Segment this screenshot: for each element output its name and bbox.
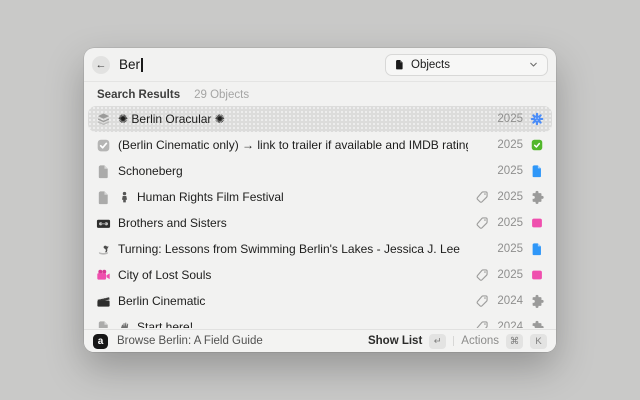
row-title: Brothers and Sisters xyxy=(118,216,227,230)
row-year: 2025 xyxy=(496,217,523,229)
results-label: Search Results xyxy=(97,89,180,101)
tag-icon xyxy=(475,320,489,328)
app-logo-letter: a xyxy=(98,336,104,347)
row-title: Turning: Lessons from Swimming Berlin's … xyxy=(118,242,460,256)
app-logo: a xyxy=(93,334,108,349)
result-row[interactable]: (Berlin Cinematic only) → link to traile… xyxy=(88,132,552,158)
arrow-left-icon: ← xyxy=(96,59,107,71)
blue-page-badge xyxy=(530,164,544,178)
pink-square-badge xyxy=(530,268,544,282)
row-year: 2025 xyxy=(496,243,523,255)
page-icon xyxy=(96,164,111,179)
search-query-text: Ber xyxy=(119,57,140,72)
row-title: Start here! xyxy=(137,320,193,328)
puzzle-badge xyxy=(530,294,544,308)
chevron-down-icon xyxy=(528,59,539,70)
k-key-badge: K xyxy=(530,334,547,349)
results-header: Search Results 29 Objects xyxy=(84,82,556,104)
cmd-key-badge: ⌘ xyxy=(506,334,523,349)
page-icon xyxy=(394,59,405,70)
back-button[interactable]: ← xyxy=(92,56,110,74)
tag-icon xyxy=(475,216,489,230)
results-list: ✺ Berlin Oracular ✺ 2025 (Berlin Cinemat… xyxy=(84,104,556,328)
row-title: City of Lost Souls xyxy=(118,268,211,282)
page-icon xyxy=(96,320,111,329)
row-year: 2025 xyxy=(496,139,523,151)
search-header: ← Ber Objects xyxy=(84,48,556,82)
result-row[interactable]: ✺ Berlin Oracular ✺ 2025 xyxy=(88,106,552,132)
tag-icon xyxy=(475,268,489,282)
show-list-button[interactable]: Show List xyxy=(368,335,422,347)
row-title: (Berlin Cinematic only) → link to traile… xyxy=(118,138,468,152)
row-year: 2025 xyxy=(496,165,523,177)
result-row[interactable]: Start here! 2024 xyxy=(88,314,552,328)
dropdown-label: Objects xyxy=(411,59,450,71)
row-title: Schoneberg xyxy=(118,164,183,178)
tag-icon xyxy=(475,190,489,204)
swan-icon xyxy=(96,242,111,257)
result-row[interactable]: Human Rights Film Festival 2025 xyxy=(88,184,552,210)
puzzle-badge xyxy=(530,190,544,204)
result-row[interactable]: Brothers and Sisters 2025 xyxy=(88,210,552,236)
result-row[interactable]: Berlin Cinematic 2024 xyxy=(88,288,552,314)
result-row[interactable]: Schoneberg 2025 xyxy=(88,158,552,184)
checkbox-checked-icon xyxy=(96,138,111,153)
row-title: Berlin Cinematic xyxy=(118,294,205,308)
row-year: 2025 xyxy=(496,191,523,203)
person-icon xyxy=(118,191,131,204)
pink-square-badge xyxy=(530,216,544,230)
row-year: 2024 xyxy=(496,295,523,307)
text-cursor xyxy=(141,58,143,72)
pink-camera-icon xyxy=(96,268,111,283)
result-row[interactable]: Turning: Lessons from Swimming Berlin's … xyxy=(88,236,552,262)
blue-gear-badge xyxy=(530,112,544,126)
videocassette-icon xyxy=(96,216,111,231)
green-check-badge xyxy=(530,138,544,152)
search-input[interactable]: Ber xyxy=(119,57,143,72)
tag-icon xyxy=(475,294,489,308)
clapperboard-icon xyxy=(96,294,111,309)
footer-divider xyxy=(453,336,454,346)
actions-button[interactable]: Actions xyxy=(461,335,499,347)
app-title: Browse Berlin: A Field Guide xyxy=(117,335,263,347)
enter-key-badge: ↵ xyxy=(429,334,446,349)
layers-icon xyxy=(96,112,111,127)
page-icon xyxy=(96,190,111,205)
row-year: 2025 xyxy=(496,113,523,125)
blue-page-badge xyxy=(530,242,544,256)
footer-bar: a Browse Berlin: A Field Guide Show List… xyxy=(84,329,556,352)
row-title: Human Rights Film Festival xyxy=(137,190,284,204)
object-type-dropdown[interactable]: Objects xyxy=(385,54,548,76)
result-row[interactable]: City of Lost Souls 2025 xyxy=(88,262,552,288)
puzzle-badge xyxy=(530,320,544,328)
waving-hand-icon xyxy=(118,321,131,329)
row-year: 2024 xyxy=(496,321,523,328)
row-year: 2025 xyxy=(496,269,523,281)
results-count: 29 Objects xyxy=(194,89,249,101)
row-title: ✺ Berlin Oracular ✺ xyxy=(118,112,225,126)
quick-search-window: ← Ber Objects Search Results 29 Objects … xyxy=(84,48,556,352)
